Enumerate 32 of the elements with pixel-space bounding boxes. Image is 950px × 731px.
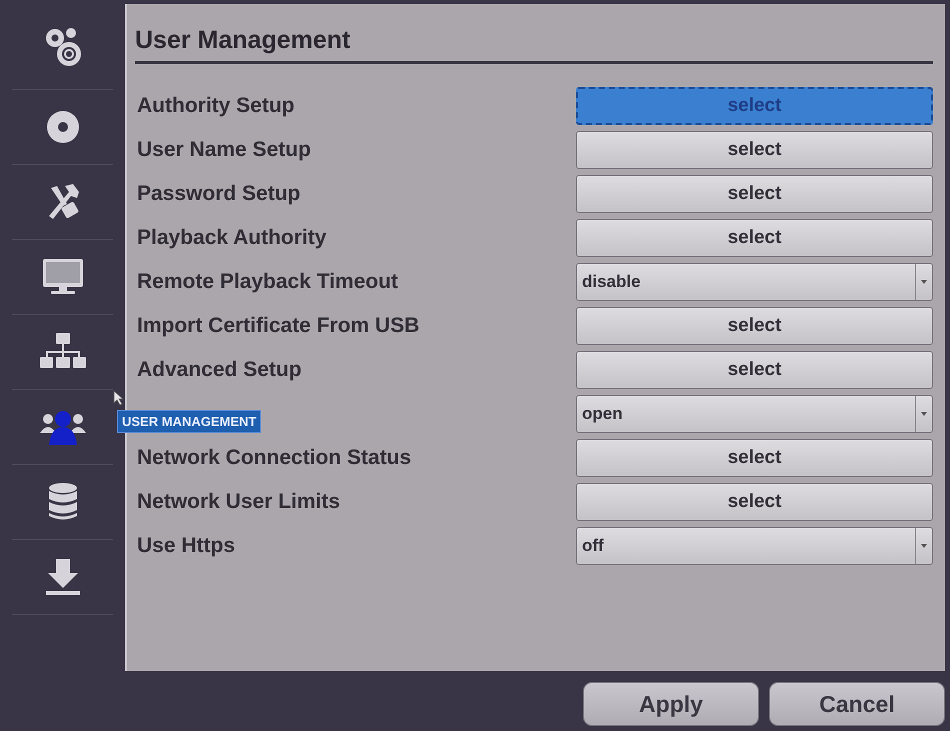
dropdown-arrow-icon [921,412,927,416]
setting-label: Import Certificate From USB [136,314,420,338]
dropdown-arrow-icon [921,544,927,548]
disc-icon[interactable] [44,109,80,145]
dropdown[interactable]: open [576,395,933,433]
select-button[interactable]: select [576,439,933,477]
setting-label: Advanced Setup [136,358,303,382]
select-button[interactable]: select [576,131,933,169]
footer-button[interactable]: Cancel [769,682,945,726]
setting-label: Authority Setup [136,94,296,118]
setting-label: Use Https [136,534,236,558]
setting-label: Password Setup [136,182,302,206]
select-button[interactable]: select [576,307,933,345]
page-title: User Management [135,4,933,64]
cursor-icon [113,390,125,406]
monitor-icon[interactable] [40,257,84,297]
setting-label: Playback Authority [136,226,328,250]
select-button[interactable]: select [576,483,933,521]
select-button[interactable]: select [576,351,933,389]
footer-button[interactable]: Apply [583,682,759,726]
select-button[interactable]: select [576,219,933,257]
setting-label: User Name Setup [136,138,312,162]
tooltip: USER MANAGEMENT [117,410,262,433]
setting-label: Network User Limits [136,490,342,514]
dropdown-arrow-icon [921,280,927,284]
users-icon[interactable] [38,409,86,445]
setting-label: Remote Playback Timeout [136,270,400,294]
select-button[interactable]: select [576,175,933,213]
database-icon[interactable] [46,482,78,522]
dropdown[interactable]: disable [576,263,933,301]
setting-label: Network Connection Status [136,446,412,470]
dropdown[interactable]: off [576,527,933,565]
